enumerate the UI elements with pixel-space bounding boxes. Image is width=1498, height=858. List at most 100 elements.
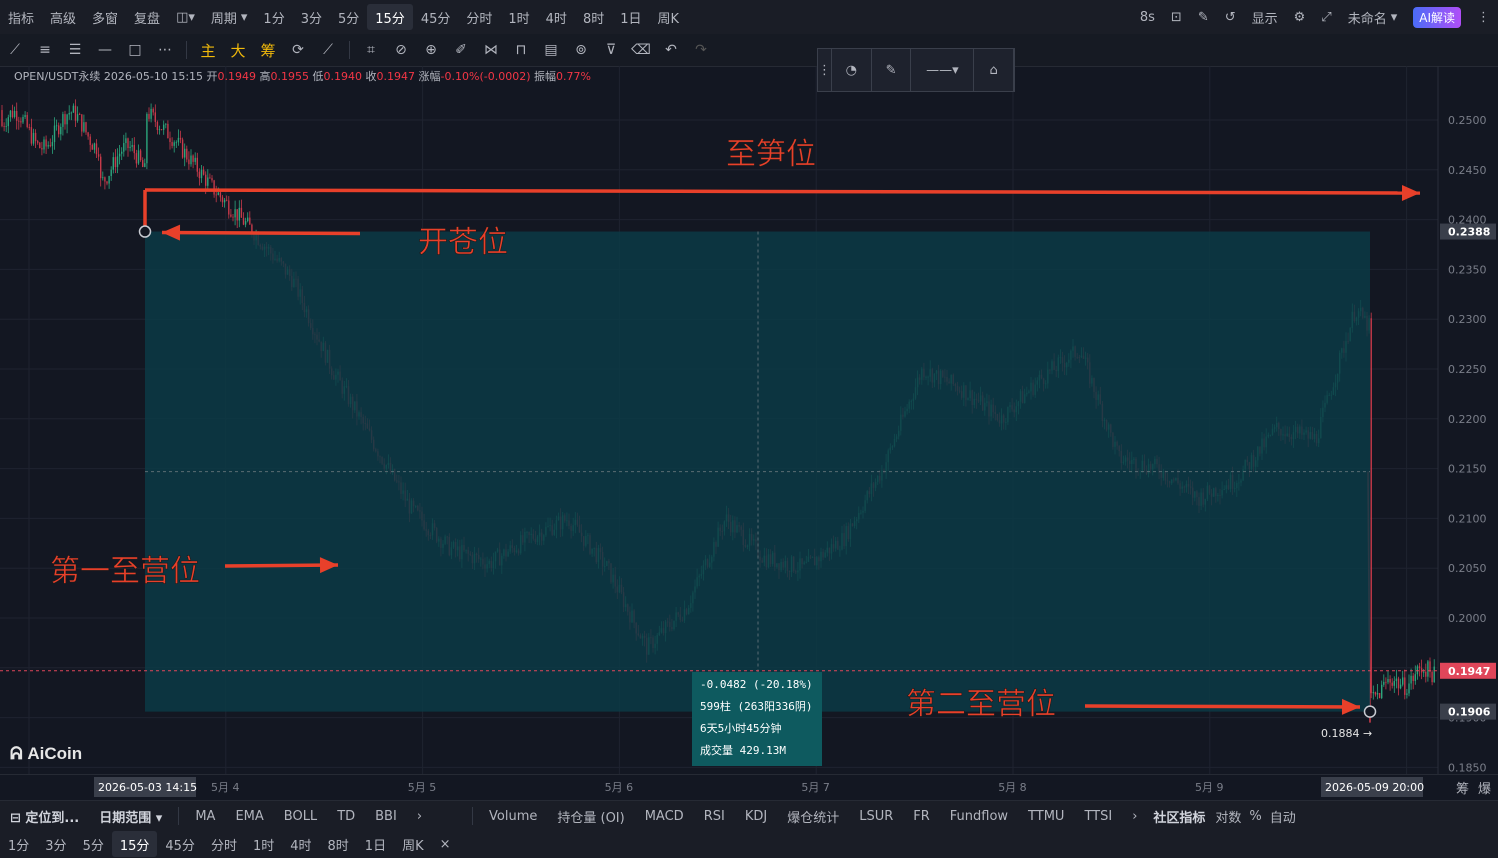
time-axis[interactable]: 5月 4 5月 5 5月 6 5月 7 5月 8 5月 9 2026-05-03 14:15… [0,774,1498,799]
undo-arrow-icon[interactable]: ↶ [656,37,686,63]
candle-body [1408,683,1410,694]
ind-ttsi[interactable]: TTSI [1074,809,1122,824]
interval-15m[interactable]: 15分 [367,4,413,30]
ind-ttmu[interactable]: TTMU [1018,809,1074,824]
horizontal-lines-icon[interactable]: ☰ [60,37,90,63]
interval-3m[interactable]: 3分 [293,4,330,30]
drag-handle-icon[interactable]: ⋮ [818,49,832,91]
ind-kdj[interactable]: KDJ [735,809,777,824]
ai-button[interactable]: AI解读 [1405,4,1469,30]
delete-icon[interactable]: ⌫ [626,37,656,63]
bottom-interval-1h[interactable]: 1时 [245,831,282,857]
advanced-button[interactable]: 高级 [42,4,84,30]
undo-icon[interactable]: ↺ [1217,4,1244,30]
bottom-interval-1w[interactable]: 周K [394,831,432,857]
sync-icon[interactable]: ⟳ [283,37,313,63]
lock-icon[interactable]: ⌂ [974,49,1015,91]
percent-toggle[interactable]: % [1245,809,1265,824]
interval-8h[interactable]: 8时 [575,4,612,30]
bottom-interval-45m[interactable]: 45分 [157,831,203,857]
magnet-icon[interactable]: ⊚ [566,37,596,63]
interval-1h[interactable]: 1时 [500,4,537,30]
ind-lsur[interactable]: LSUR [849,809,903,824]
more-tools-icon[interactable]: ⋯ [150,37,180,63]
filter-icon[interactable]: ⊽ [596,37,626,63]
period-dropdown[interactable]: 周期 ▾ [203,4,256,30]
camera-icon[interactable]: ⊡ [1163,4,1190,30]
ind-td[interactable]: TD [327,809,365,824]
measure-icon[interactable]: ⟋ [313,37,343,63]
template-icon[interactable]: ◔ [832,49,872,91]
more-sub-icon[interactable]: › [1122,809,1147,824]
auto-toggle[interactable]: 自动 [1266,807,1300,826]
interval-45m[interactable]: 45分 [413,4,459,30]
bottom-interval-1d[interactable]: 1日 [357,831,394,857]
settings-icon[interactable]: ⚙ [1286,4,1314,30]
interval-1d[interactable]: 1日 [612,4,649,30]
interval-4h[interactable]: 4时 [538,4,575,30]
line-style-icon[interactable]: ——▾ [911,49,975,91]
fullscreen-icon[interactable]: ⤢ [1313,4,1339,30]
trend-line-icon[interactable]: ⟋ [0,37,30,63]
display-button[interactable]: 显示 [1244,4,1286,30]
pattern-icon[interactable]: ⋈ [476,37,506,63]
redo-arrow-icon[interactable]: ↷ [686,37,716,63]
bottom-interval-4h[interactable]: 4时 [282,831,319,857]
indicator-button[interactable]: 指标 [0,4,42,30]
zoom-icon[interactable]: ⊕ [416,37,446,63]
multi-window-button[interactable]: 多窗 [84,4,126,30]
brush-icon[interactable]: ✐ [446,37,476,63]
bottom-interval-8h[interactable]: 8时 [320,831,357,857]
main-force-button[interactable]: 主 [193,37,223,63]
interval-1w[interactable]: 周K [650,4,688,30]
pen-icon[interactable]: ✎ [872,49,912,91]
bottom-interval-5m[interactable]: 5分 [75,831,112,857]
template-icon[interactable]: ▤ [536,37,566,63]
close-icon[interactable]: × [432,831,459,857]
ind-ma[interactable]: MA [185,809,225,824]
candle-body [26,115,28,127]
chip-button[interactable]: 筹 [253,37,283,63]
more-icon[interactable]: ⋮ [1469,4,1498,30]
ind-boll[interactable]: BOLL [274,809,327,824]
locate-button[interactable]: ⊟ 定位到... [0,807,89,826]
lock-icon[interactable]: ⊓ [506,37,536,63]
replay-button[interactable]: 复盘 [126,4,168,30]
community-indicators[interactable]: 社区指标 [1147,807,1211,826]
price-chart[interactable]: 至笋位开苍位第一至营位第二至营位 0.1884 → -0.0482 (-20.18%… [0,66,1498,774]
candle-body [247,217,249,222]
ind-oi[interactable]: 持仓量 (OI) [547,807,634,826]
parallel-lines-icon[interactable]: ≡ [30,37,60,63]
ruler-icon[interactable]: ⊘ [386,37,416,63]
ind-macd[interactable]: MACD [635,809,694,824]
ind-fundflow[interactable]: Fundflow [940,809,1018,824]
candle-body [45,139,47,147]
bottom-interval-15m[interactable]: 15分 [111,831,158,857]
interval-5m[interactable]: 5分 [330,4,367,30]
candle-body [165,123,167,125]
horizontal-line-icon[interactable]: — [90,37,120,63]
rectangle-icon[interactable]: □ [120,37,150,63]
layout-name[interactable]: 未命名 ▾ [1340,4,1406,30]
interval-time[interactable]: 分时 [458,4,500,30]
ind-volume[interactable]: Volume [479,809,547,824]
ind-bbi[interactable]: BBI [365,809,407,824]
bottom-interval-3m[interactable]: 3分 [37,831,74,857]
big-order-button[interactable]: 大 [223,37,253,63]
chart-type-icon[interactable]: ◫▾ [168,4,203,30]
bottom-interval-1m[interactable]: 1分 [0,831,37,857]
ind-ema[interactable]: EMA [225,809,273,824]
refresh-rate[interactable]: 8s [1132,4,1163,30]
ind-fr[interactable]: FR [903,809,940,824]
ind-liq[interactable]: 爆仓统计 [777,807,849,826]
interval-1m[interactable]: 1分 [255,4,292,30]
edit-icon[interactable]: ✎ [1190,4,1217,30]
log-toggle[interactable]: 对数 [1211,807,1245,826]
date-range-button[interactable]: 日期范围 ▾ [89,807,172,826]
anchor-end[interactable] [1363,705,1377,718]
bottom-interval-time[interactable]: 分时 [203,831,245,857]
more-main-icon[interactable]: › [407,809,432,824]
ind-rsi[interactable]: RSI [694,809,735,824]
crop-icon[interactable]: ⌗ [356,37,386,63]
anchor-start[interactable] [138,225,152,238]
